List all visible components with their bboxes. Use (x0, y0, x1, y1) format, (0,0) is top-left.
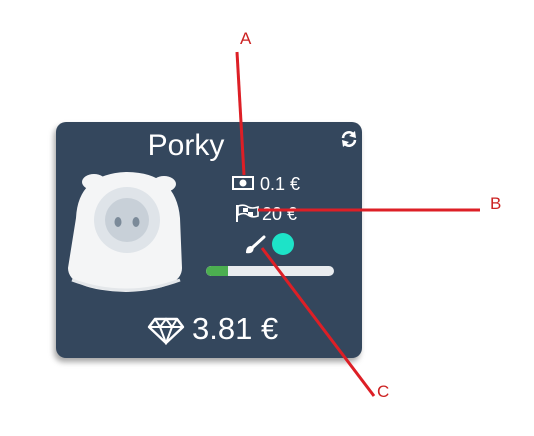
card-title: Porky (147, 129, 225, 162)
annotation-label-a: A (240, 29, 252, 48)
cost-value: 0.1 € (260, 174, 301, 194)
annotation-label-b: B (490, 194, 502, 213)
refresh-icon[interactable] (339, 129, 359, 149)
flag-checkered-icon (236, 204, 259, 222)
balance-value: 3.81 € (192, 311, 279, 346)
diamond-icon (147, 317, 185, 345)
paint-brush-icon[interactable] (244, 235, 266, 255)
annotation-label-c: C (377, 382, 390, 401)
money-bill-icon (232, 176, 254, 190)
color-indicator[interactable] (272, 233, 294, 255)
progress-bar (206, 266, 334, 276)
goal-value: 20 € (262, 204, 298, 224)
progress-fill (206, 266, 228, 276)
piggy-bank-icon (68, 172, 182, 292)
